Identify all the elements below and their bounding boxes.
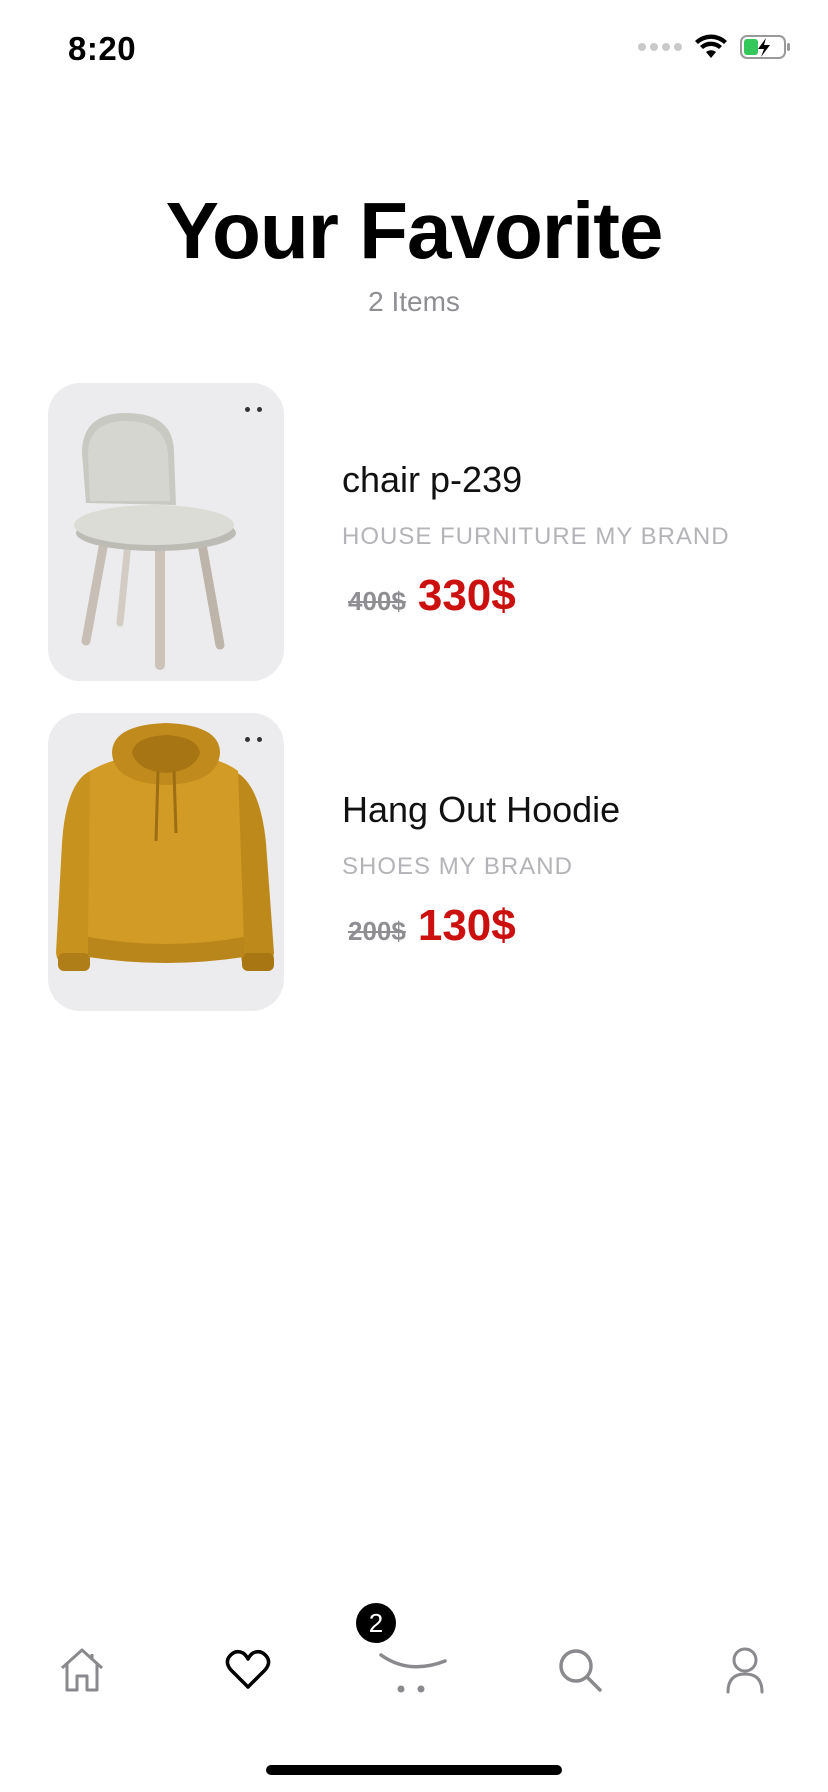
chair-image bbox=[74, 413, 236, 670]
battery-charging-icon bbox=[740, 35, 790, 59]
wifi-icon bbox=[695, 34, 727, 58]
old-price: 200$ bbox=[348, 916, 406, 946]
item-info: Hang Out Hoodie SHOES MY BRAND 200$ 130$ bbox=[342, 789, 620, 951]
item-category: SHOES MY BRAND bbox=[342, 853, 573, 880]
product-image[interactable] bbox=[48, 383, 284, 681]
product-image[interactable] bbox=[48, 713, 284, 1011]
search-icon bbox=[559, 1649, 602, 1692]
item-category: HOUSE FURNITURE MY BRAND bbox=[342, 523, 730, 550]
item-info: chair p-239 HOUSE FURNITURE MY BRAND 400… bbox=[342, 459, 730, 621]
tab-cart[interactable] bbox=[374, 1630, 454, 1710]
tab-bar bbox=[0, 1600, 828, 1730]
cart-badge: 2 bbox=[356, 1603, 396, 1643]
cart-icon bbox=[379, 1653, 447, 1693]
status-icons bbox=[638, 34, 792, 60]
favorite-item[interactable]: chair p-239 HOUSE FURNITURE MY BRAND 400… bbox=[48, 383, 788, 681]
cellular-signal-icon bbox=[638, 43, 682, 51]
home-indicator[interactable] bbox=[266, 1765, 562, 1775]
status-bar: 8:20 bbox=[0, 0, 828, 100]
more-options-icon[interactable] bbox=[245, 737, 262, 742]
hoodie-image bbox=[56, 723, 274, 971]
item-name[interactable]: chair p-239 bbox=[342, 459, 730, 501]
tab-search[interactable] bbox=[540, 1630, 620, 1710]
item-prices: 400$ 330$ bbox=[342, 571, 730, 621]
item-prices: 200$ 130$ bbox=[342, 901, 620, 951]
favorite-item[interactable]: Hang Out Hoodie SHOES MY BRAND 200$ 130$ bbox=[48, 713, 788, 1011]
item-count: 2 Items bbox=[368, 286, 460, 317]
tab-favorites[interactable] bbox=[208, 1630, 288, 1710]
status-time: 8:20 bbox=[68, 30, 137, 67]
heart-icon bbox=[225, 1649, 271, 1689]
user-icon bbox=[726, 1647, 764, 1694]
tab-profile[interactable] bbox=[705, 1630, 785, 1710]
new-price: 330$ bbox=[417, 571, 516, 620]
page-title: Your Favorite bbox=[165, 186, 664, 275]
item-name[interactable]: Hang Out Hoodie bbox=[342, 789, 620, 831]
more-options-icon[interactable] bbox=[245, 407, 262, 412]
old-price: 400$ bbox=[348, 586, 406, 616]
tab-home[interactable] bbox=[42, 1630, 122, 1710]
new-price: 130$ bbox=[417, 901, 516, 950]
home-icon bbox=[60, 1648, 104, 1692]
